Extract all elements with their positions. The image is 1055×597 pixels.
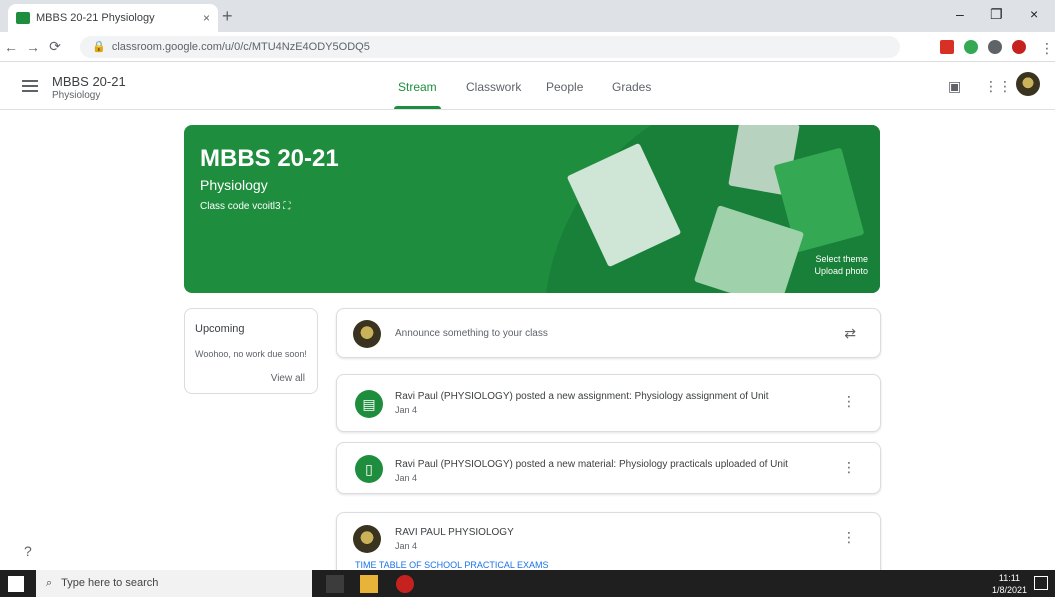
taskbar-clock[interactable]: 11:11 1/8/2021 (992, 572, 1027, 596)
post-body[interactable]: TIME TABLE OF SCHOOL PRACTICAL EXAMS (355, 560, 549, 570)
upload-photo-link[interactable]: Upload photo (814, 265, 868, 277)
address-bar[interactable]: 🔒 classroom.google.com/u/0/c/MTU4NzE4ODY… (80, 36, 900, 58)
file-explorer-icon[interactable] (360, 575, 378, 593)
meet-icon[interactable]: ▣ (948, 78, 961, 95)
tab-title: MBBS 20-21 Physiology (36, 12, 155, 24)
stream-item[interactable]: ▯ Ravi Paul (PHYSIOLOGY) posted a new ma… (336, 442, 881, 494)
header-class-name[interactable]: MBBS 20-21 (52, 74, 126, 89)
post-date: Jan 4 (395, 541, 418, 551)
stream-item-date: Jan 4 (395, 473, 418, 483)
back-icon[interactable]: ← (0, 39, 22, 55)
tab-grades[interactable]: Grades (612, 80, 651, 94)
check-extension-icon[interactable] (964, 40, 978, 54)
notifications-icon[interactable] (1034, 576, 1048, 590)
class-banner: MBBS 20-21 Physiology Class code vcoitl3… (184, 125, 880, 293)
new-tab-button[interactable]: + (222, 6, 233, 27)
windows-start-icon[interactable] (8, 576, 24, 592)
banner-subject: Physiology (200, 177, 268, 193)
help-icon[interactable]: ? (24, 543, 32, 559)
taskbar-search[interactable]: ⌕ Type here to search (36, 570, 312, 597)
reload-icon[interactable]: ⟳ (44, 38, 66, 55)
fullscreen-code-icon[interactable]: ⛶ (283, 201, 290, 212)
stream-item-title[interactable]: Ravi Paul (PHYSIOLOGY) posted a new mate… (395, 459, 788, 470)
poster-avatar (353, 525, 381, 553)
task-view-icon[interactable] (326, 575, 344, 593)
banner-class-title: MBBS 20-21 (200, 145, 339, 172)
upcoming-text: Woohoo, no work due soon! (195, 349, 307, 359)
announce-placeholder[interactable]: Announce something to your class (395, 328, 548, 339)
url-text: classroom.google.com/u/0/c/MTU4NzE4ODY5O… (111, 41, 370, 53)
browser-toolbar: ← → ⟳ 🔒 classroom.google.com/u/0/c/MTU4N… (0, 32, 1055, 62)
maximize-button[interactable]: ❐ (990, 6, 1003, 23)
tab-stream[interactable]: Stream (394, 80, 441, 109)
close-tab-icon[interactable]: × (203, 11, 210, 25)
upcoming-heading: Upcoming (195, 323, 245, 335)
stream-post[interactable]: RAVI PAUL PHYSIOLOGY Jan 4 TIME TABLE OF… (336, 512, 881, 572)
browser-tab[interactable]: MBBS 20-21 Physiology × (8, 4, 218, 32)
banner-theme-links: Select theme Upload photo (814, 253, 868, 277)
announce-box[interactable]: Announce something to your class ⇄ (336, 308, 881, 358)
taskbar-search-placeholder: Type here to search (61, 577, 159, 589)
profile-icon[interactable] (1012, 40, 1026, 54)
tab-classwork[interactable]: Classwork (466, 80, 521, 94)
classroom-favicon-icon (16, 12, 30, 24)
upcoming-card: Upcoming Woohoo, no work due soon! View … (184, 308, 318, 394)
browser-menu-icon[interactable]: ⋮ (1036, 40, 1055, 57)
chrome-icon[interactable] (396, 575, 414, 593)
puzzle-extension-icon[interactable] (988, 40, 1002, 54)
search-icon: ⌕ (46, 577, 59, 589)
assignment-icon: ▤ (355, 390, 383, 418)
reuse-post-icon[interactable]: ⇄ (844, 325, 856, 342)
minimize-button[interactable]: – (956, 6, 964, 22)
apps-grid-icon[interactable]: ⋮⋮ (984, 78, 1012, 95)
forward-icon[interactable]: → (22, 39, 44, 55)
stream-item[interactable]: ▤ Ravi Paul (PHYSIOLOGY) posted a new as… (336, 374, 881, 432)
lock-icon: 🔒 (92, 41, 109, 53)
class-code-value: vcoitl3 (252, 201, 281, 212)
windows-taskbar: ⌕ Type here to search 11:11 1/8/2021 (0, 570, 1055, 597)
stream-item-title[interactable]: Ravi Paul (PHYSIOLOGY) posted a new assi… (395, 391, 769, 402)
header-class-subject: Physiology (52, 90, 101, 101)
more-options-icon[interactable]: ⋮ (842, 529, 856, 546)
close-window-button[interactable]: × (1030, 6, 1038, 22)
select-theme-link[interactable]: Select theme (814, 253, 868, 265)
hamburger-menu-icon[interactable] (22, 80, 38, 95)
stream-item-date: Jan 4 (395, 405, 418, 415)
clock-date: 1/8/2021 (991, 585, 1027, 595)
material-icon: ▯ (355, 455, 383, 483)
classroom-header: MBBS 20-21 Physiology Stream Classwork P… (0, 62, 1055, 110)
view-all-link[interactable]: View all (271, 373, 305, 384)
class-code-label: Class code (200, 201, 250, 212)
post-author: RAVI PAUL PHYSIOLOGY (395, 527, 514, 538)
more-options-icon[interactable]: ⋮ (842, 393, 856, 410)
browser-tabstrip: MBBS 20-21 Physiology × + – ❐ × (0, 0, 1055, 32)
class-code[interactable]: Class code vcoitl3 ⛶ (200, 201, 290, 212)
user-avatar (353, 320, 381, 348)
pdf-extension-icon[interactable] (940, 40, 954, 54)
tab-people[interactable]: People (546, 80, 583, 94)
more-options-icon[interactable]: ⋮ (842, 459, 856, 476)
user-avatar[interactable] (1016, 72, 1040, 96)
clock-time: 11:11 (998, 573, 1021, 583)
